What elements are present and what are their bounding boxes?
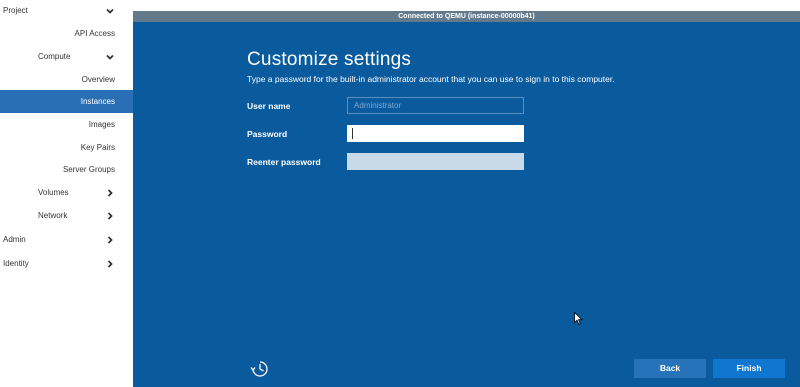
sidebar-item-label: Key Pairs — [80, 143, 115, 152]
sidebar-item-label: Network — [38, 211, 68, 220]
console-status-bar: Connected to QEMU (instance-00000b41) — [133, 11, 800, 22]
reenter-password-field[interactable] — [347, 153, 524, 170]
chevron-down-icon — [106, 8, 114, 14]
vm-console: Connected to QEMU (instance-00000b41) Cu… — [133, 0, 800, 387]
ease-of-access-icon[interactable] — [250, 359, 270, 379]
sidebar-item-label: Server Groups — [62, 165, 115, 174]
chevron-right-icon — [107, 236, 113, 244]
password-label: Password — [247, 129, 288, 139]
sidebar-item-network[interactable]: Network — [0, 204, 133, 227]
sidebar-item-label: Instances — [80, 97, 115, 106]
sidebar-item-label: Images — [88, 120, 115, 129]
sidebar-item-key-pairs[interactable]: Key Pairs — [0, 136, 133, 159]
finish-button[interactable]: Finish — [713, 359, 785, 378]
sidebar-item-label: API Access — [74, 29, 115, 38]
back-button[interactable]: Back — [634, 359, 706, 378]
sidebar-item-instances[interactable]: Instances — [0, 90, 133, 113]
chevron-down-icon — [106, 54, 114, 60]
sidebar-item-admin[interactable]: Admin — [0, 228, 133, 251]
chevron-right-icon — [107, 189, 113, 197]
reenter-password-label: Reenter password — [247, 157, 321, 167]
sidebar-nav: Project API Access Compute Overview Inst… — [0, 0, 133, 387]
sidebar-item-overview[interactable]: Overview — [0, 68, 133, 91]
sidebar-item-label: Project — [3, 6, 28, 15]
mouse-pointer-icon — [574, 312, 583, 325]
chevron-right-icon — [107, 260, 113, 268]
username-label: User name — [247, 101, 291, 111]
sidebar-item-label: Overview — [81, 75, 115, 84]
setup-description: Type a password for the built-in adminis… — [247, 74, 615, 84]
sidebar-item-label: Compute — [38, 52, 71, 61]
text-caret — [352, 128, 353, 139]
vm-screen[interactable]: Customize settings Type a password for t… — [133, 22, 800, 387]
sidebar-item-volumes[interactable]: Volumes — [0, 181, 133, 204]
password-field[interactable] — [347, 125, 524, 142]
sidebar-item-api-access[interactable]: API Access — [0, 22, 133, 45]
sidebar-item-label: Admin — [3, 235, 26, 244]
page-title: Customize settings — [247, 48, 412, 70]
sidebar-item-compute[interactable]: Compute — [0, 45, 133, 68]
sidebar-item-label: Identity — [3, 259, 29, 268]
username-field[interactable] — [347, 97, 524, 114]
chevron-right-icon — [107, 212, 113, 220]
sidebar-item-identity[interactable]: Identity — [0, 252, 133, 275]
sidebar-item-server-groups[interactable]: Server Groups — [0, 158, 133, 181]
sidebar-item-project[interactable]: Project — [0, 0, 133, 22]
sidebar-item-label: Volumes — [38, 188, 69, 197]
sidebar-item-images[interactable]: Images — [0, 113, 133, 136]
